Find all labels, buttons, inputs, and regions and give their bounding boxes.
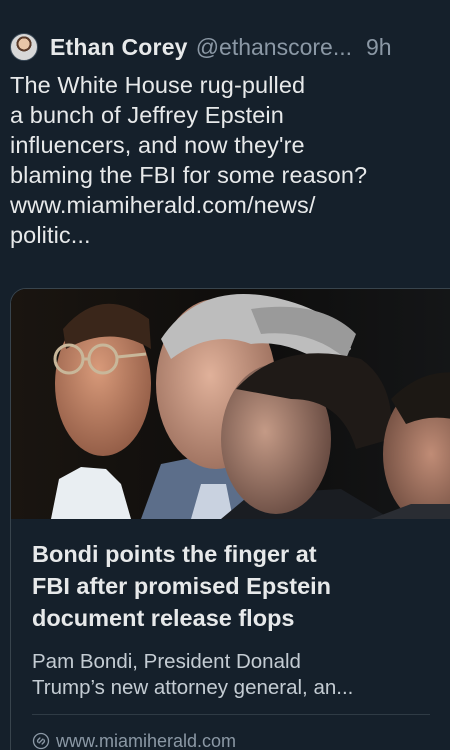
link-preview-card[interactable]: Bondi points the finger at FBI after pro…: [10, 288, 450, 750]
tweet-link-line[interactable]: www.miamiherald.com/news/: [10, 190, 440, 220]
tweet-text-line: influencers, and now they're: [10, 132, 305, 158]
author-display-name[interactable]: Ethan Corey: [50, 34, 188, 61]
card-description-line: Pam Bondi, President Donald: [32, 650, 301, 673]
link-icon: [32, 732, 50, 750]
tweet-text-line: The White House rug-pulled: [10, 72, 306, 98]
tweet-text: The White House rug-pulled a bunch of Je…: [10, 70, 440, 250]
tweet-text-line: blaming the FBI for some reason?: [10, 162, 368, 188]
card-description: Pam Bondi, President Donald Trump’s new …: [32, 649, 450, 701]
card-domain-text: www.miamiherald.com: [56, 730, 237, 750]
tweet-timestamp[interactable]: 9h: [366, 34, 392, 61]
card-title-line: document release flops: [32, 605, 295, 631]
card-photo: [11, 289, 450, 519]
card-domain[interactable]: www.miamiherald.com: [32, 729, 236, 750]
avatar[interactable]: [10, 33, 38, 61]
card-divider: [32, 714, 430, 715]
card-title-line: FBI after promised Epstein: [32, 573, 332, 599]
card-description-line: Trump’s new attorney general, an...: [32, 676, 354, 699]
tweet-header: Ethan Corey @ethanscore... 9h: [10, 27, 450, 67]
card-title[interactable]: Bondi points the finger at FBI after pro…: [32, 538, 450, 634]
tweet[interactable]: Ethan Corey @ethanscore... 9h The White …: [0, 0, 450, 750]
tweet-link-line[interactable]: politic...: [10, 220, 440, 250]
card-title-line: Bondi points the finger at: [32, 541, 317, 567]
tweet-text-line: a bunch of Jeffrey Epstein: [10, 102, 284, 128]
card-image[interactable]: [11, 289, 450, 519]
author-handle[interactable]: @ethanscore...: [196, 34, 352, 61]
